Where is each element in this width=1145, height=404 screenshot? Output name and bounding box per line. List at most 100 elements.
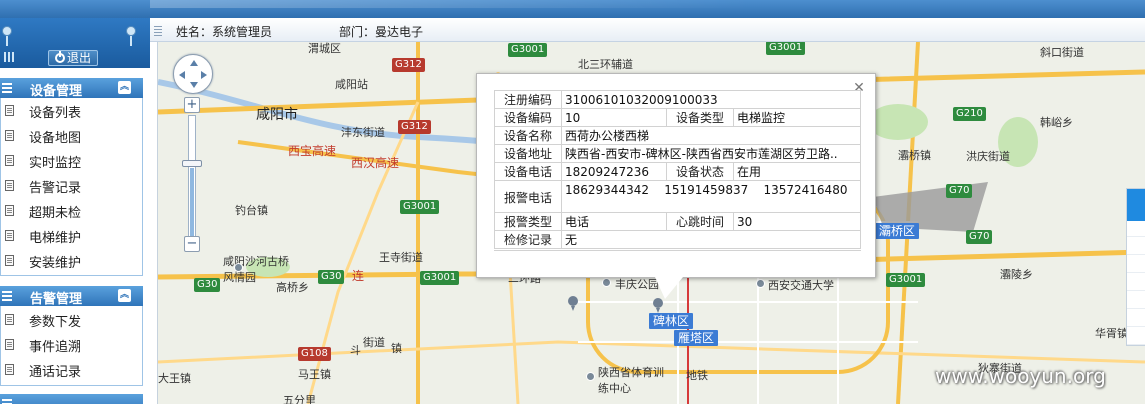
sidebar-item-param-dispatch[interactable]: 参数下发 [0,307,143,332]
field-label: 设备编码 [494,108,562,127]
map-label: 北三环辅道 [578,58,633,71]
pan-left-icon[interactable] [179,71,185,79]
sidebar-item-elevator-maintenance[interactable]: 电梯维护 [0,223,143,248]
zoom-out-button[interactable]: − [184,236,200,252]
watermark: www.wooyun.org [935,364,1106,388]
hook-icon [126,26,136,46]
document-icon [5,255,14,266]
document-icon [5,364,14,375]
logout-button[interactable]: 退出 [48,50,98,66]
map-label: 咸阳站 [335,78,368,91]
power-icon [54,51,65,63]
map-label: 陕西省体育训练中心 [598,366,664,395]
pan-right-icon[interactable] [201,71,207,79]
field-label: 设备地址 [494,144,562,163]
banner-wash [150,0,750,8]
sidebar-item-realtime-monitor[interactable]: 实时监控 [0,148,143,173]
section-header-alarm-management[interactable]: 告警管理 ︽ [0,286,143,307]
field-value: 10 [561,108,667,127]
right-panel-header [1127,189,1145,221]
map-label: 灞桥镇 [898,149,931,162]
district-label: 雁塔区 [674,330,719,346]
sidebar-item-label: 电梯维护 [29,231,82,246]
pan-down-icon[interactable] [190,82,198,88]
document-icon [5,339,14,350]
device-info-popup: ✕ 注册编码 31006101032009100033 设备编码 10 设备类型… [476,73,876,278]
sidebar-item-label: 安装维护 [29,256,82,271]
field-value: 无 [561,230,861,249]
map-label: 高桥乡 [276,281,309,294]
sidebar-item-event-trace[interactable]: 事件追溯 [0,332,143,357]
sidebar-item-label: 参数下发 [29,315,82,330]
map-label: 韩峪乡 [1040,116,1073,129]
table-overflow[interactable] [494,250,861,258]
map-label: 西汉高速 [351,156,400,170]
info-bar: 姓名：系统管理员 部门：曼达电子 [150,18,1145,42]
map-label: 咸阳市 [256,107,298,123]
sidebar-item-label: 设备地图 [29,131,82,146]
collapse-icon[interactable]: ︽ [118,81,131,94]
zoom-in-button[interactable]: + [184,97,200,113]
sidebar-item-device-list[interactable]: 设备列表 [0,98,143,123]
field-label: 报警电话 [494,180,562,213]
sidebar-item-call-records[interactable]: 通话记录 [0,357,143,382]
top-banner [0,0,1145,18]
device-marker[interactable] [653,298,663,313]
right-panel[interactable] [1126,188,1145,346]
field-value: 电梯监控 [733,108,861,127]
sidebar-item-label: 告警记录 [29,181,82,196]
section-header-partial[interactable] [0,394,143,404]
map-label: 沣东街道 [341,126,385,139]
device-marker[interactable] [568,296,578,311]
map-label: 斗 [350,344,361,357]
section-header-device-management[interactable]: 设备管理 ︽ [0,78,143,99]
logout-label: 退出 [66,51,91,65]
map-label: 马王镇 [298,368,331,381]
pan-up-icon[interactable] [190,60,198,66]
poi-icon [234,263,243,272]
collapse-icon[interactable]: ︽ [118,289,131,302]
document-icon [5,155,14,166]
field-label: 注册编码 [494,90,562,109]
grip-icon [154,24,162,36]
zoom-slider-track[interactable] [188,115,196,237]
document-icon [5,314,14,325]
sidebar-item-label: 超期未检 [29,206,82,221]
field-value: 30 [733,212,861,231]
field-value: 31006101032009100033 [561,90,861,109]
map-label: 王寺街道 [379,251,423,264]
sidebar-item-install-maintenance[interactable]: 安装维护 [0,248,143,273]
map-label: 丰庆公园 [615,278,659,291]
map-label: 洪庆街道 [966,150,1010,163]
document-icon [5,230,14,241]
highway-shield: G3001 [886,273,926,287]
section-title: 设备管理 [30,84,83,99]
sidebar-item-overdue-inspection[interactable]: 超期未检 [0,198,143,223]
sidebar: 退出 设备管理 ︽ 设备列表 设备地图 实时监控 告警记录 超期未检 电梯维护 … [0,18,150,404]
panel-divider[interactable] [150,42,158,404]
map-label: 西安交通大学 [768,279,834,292]
poi-icon [586,372,595,381]
highway-shield: G312 [398,120,431,134]
field-label: 设备状态 [666,162,734,181]
field-value: 陕西省-西安市-碑林区-陕西省西安市莲湖区劳卫路.. [561,144,861,163]
pan-control[interactable] [173,54,213,94]
field-value: 18629344342 15191459837 13572416480 [561,180,861,213]
sidebar-item-device-map[interactable]: 设备地图 [0,123,143,148]
map-label: 连 [352,269,365,283]
field-label: 设备名称 [494,126,562,145]
map-label: 灞陵乡 [1000,268,1033,281]
user-name: 姓名：系统管理员 [176,25,273,39]
field-label: 设备类型 [666,108,734,127]
zoom-slider-handle[interactable] [182,160,202,167]
highway-shield: G70 [966,230,993,244]
field-label: 心跳时间 [666,212,734,231]
map-label: 镇 [391,342,402,355]
device-info-table: 注册编码 31006101032009100033 设备编码 10 设备类型 电… [494,90,861,249]
document-icon [5,180,14,191]
highway-shield: G210 [953,107,986,121]
sidebar-item-label: 实时监控 [29,156,82,171]
sidebar-item-label: 设备列表 [29,106,82,121]
map-label: 地铁 [686,369,708,382]
sidebar-item-alarm-records[interactable]: 告警记录 [0,173,143,198]
